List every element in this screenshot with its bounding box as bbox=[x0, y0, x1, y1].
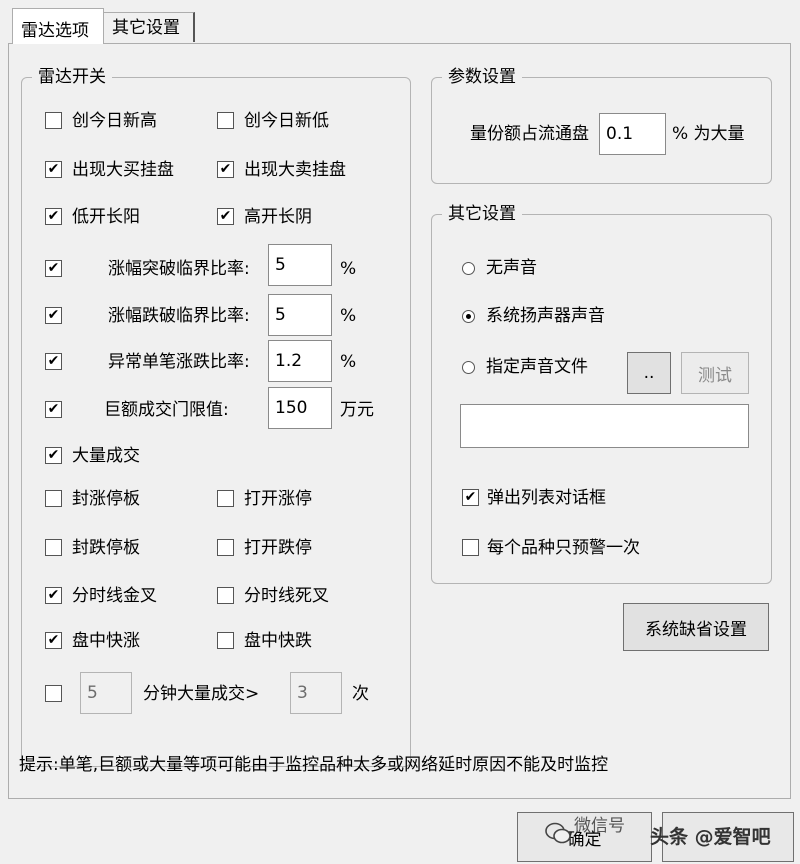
tab-other-settings[interactable]: 其它设置 bbox=[103, 12, 195, 42]
label-fast-fall: 盘中快跌 bbox=[244, 631, 312, 651]
label-golden-cross: 分时线金叉 bbox=[72, 586, 157, 606]
label-seal-limit-up: 封涨停板 bbox=[72, 489, 140, 509]
label-large-volume: 大量成交 bbox=[72, 446, 140, 466]
checkbox-new-high[interactable] bbox=[45, 112, 62, 129]
checkbox-fast-fall[interactable] bbox=[217, 632, 234, 649]
other-settings-group: 其它设置 无声音 系统扬声器声音 指定声音文件 .. 测试 ✔ 弹出列表对话框 … bbox=[431, 203, 772, 584]
radio-system-speaker[interactable] bbox=[462, 310, 475, 323]
sound-file-path-input[interactable] bbox=[460, 404, 749, 448]
checkbox-open-limit-up[interactable] bbox=[217, 490, 234, 507]
label-popup-list: 弹出列表对话框 bbox=[487, 488, 606, 508]
label-open-limit-down: 打开跌停 bbox=[244, 538, 312, 558]
label-big-sell: 出现大卖挂盘 bbox=[244, 160, 346, 180]
label-rise-break: 涨幅突破临界比率: bbox=[108, 259, 250, 279]
radio-sound-file[interactable] bbox=[462, 361, 475, 374]
group-title: 参数设置 bbox=[442, 66, 522, 88]
label-death-cross: 分时线死叉 bbox=[244, 586, 329, 606]
browse-button[interactable]: .. bbox=[627, 352, 671, 394]
unit-wan-yuan: 万元 bbox=[340, 400, 374, 420]
label-open-limit-up: 打开涨停 bbox=[244, 489, 312, 509]
tab-label: 雷达选项 bbox=[21, 21, 89, 41]
checkbox-high-open-long-yin[interactable]: ✔ bbox=[217, 208, 234, 225]
label-volume-share: 量份额占流通盘 bbox=[470, 124, 589, 144]
checkbox-open-limit-down[interactable] bbox=[217, 539, 234, 556]
rise-break-ratio-input[interactable] bbox=[268, 244, 332, 286]
label-low-open-long-yang: 低开长阳 bbox=[72, 207, 140, 227]
label-big-buy: 出现大买挂盘 bbox=[72, 160, 174, 180]
label-sound-file: 指定声音文件 bbox=[486, 357, 588, 377]
radar-switch-group: 雷达开关 创今日新高 创今日新低 ✔ 出现大买挂盘 ✔ 出现大卖挂盘 ✔ 低开长… bbox=[21, 66, 411, 767]
watermark-text: 头条 @爱智吧 bbox=[650, 826, 771, 848]
minute-count-input[interactable] bbox=[80, 672, 132, 714]
unit-percent: % bbox=[340, 259, 357, 279]
times-count-input[interactable] bbox=[290, 672, 342, 714]
unit-percent: % bbox=[340, 306, 357, 326]
checkbox-death-cross[interactable] bbox=[217, 587, 234, 604]
checkbox-low-open-long-yang[interactable]: ✔ bbox=[45, 208, 62, 225]
fall-break-ratio-input[interactable] bbox=[268, 294, 332, 336]
group-title: 其它设置 bbox=[442, 203, 522, 225]
system-default-button[interactable]: 系统缺省设置 bbox=[623, 603, 769, 651]
hint-text: 提示:单笔,巨额或大量等项可能由于监控品种太多或网络延时原因不能及时监控 bbox=[19, 755, 609, 775]
unit-percent: % bbox=[340, 352, 357, 372]
checkbox-minute-volume[interactable] bbox=[45, 685, 62, 702]
watermark-text: 微信号 bbox=[574, 816, 625, 836]
label-system-speaker: 系统扬声器声音 bbox=[486, 306, 605, 326]
params-group: 参数设置 量份额占流通盘 % 为大量 bbox=[431, 66, 772, 184]
checkbox-golden-cross[interactable]: ✔ bbox=[45, 587, 62, 604]
label-seal-limit-down: 封跌停板 bbox=[72, 538, 140, 558]
label-new-low: 创今日新低 bbox=[244, 111, 329, 131]
label-no-sound: 无声音 bbox=[486, 258, 537, 278]
checkbox-new-low[interactable] bbox=[217, 112, 234, 129]
label-minute-volume: 分钟大量成交> bbox=[143, 684, 260, 704]
label-huge-volume: 巨额成交门限值: bbox=[104, 400, 229, 420]
unit-times: 次 bbox=[352, 684, 369, 704]
checkbox-abnormal-single[interactable]: ✔ bbox=[45, 353, 62, 370]
wechat-icon bbox=[545, 822, 571, 844]
checkbox-seal-limit-up[interactable] bbox=[45, 490, 62, 507]
label-new-high: 创今日新高 bbox=[72, 111, 157, 131]
tab-label: 其它设置 bbox=[112, 18, 180, 38]
label-high-open-long-yin: 高开长阴 bbox=[244, 207, 312, 227]
radio-no-sound[interactable] bbox=[462, 262, 475, 275]
label-fast-rise: 盘中快涨 bbox=[72, 631, 140, 651]
checkbox-rise-break[interactable]: ✔ bbox=[45, 260, 62, 277]
label-abnormal-single: 异常单笔涨跌比率: bbox=[108, 352, 250, 372]
checkbox-warn-once[interactable] bbox=[462, 539, 479, 556]
checkbox-fall-break[interactable]: ✔ bbox=[45, 307, 62, 324]
checkbox-fast-rise[interactable]: ✔ bbox=[45, 632, 62, 649]
label-fall-break: 涨幅跌破临界比率: bbox=[108, 306, 250, 326]
unit-large-volume: % 为大量 bbox=[672, 124, 745, 144]
huge-volume-threshold-input[interactable] bbox=[268, 387, 332, 429]
checkbox-huge-volume[interactable]: ✔ bbox=[45, 401, 62, 418]
checkbox-big-buy[interactable]: ✔ bbox=[45, 161, 62, 178]
test-sound-button[interactable]: 测试 bbox=[681, 352, 749, 394]
abnormal-single-ratio-input[interactable] bbox=[268, 340, 332, 382]
checkbox-seal-limit-down[interactable] bbox=[45, 539, 62, 556]
volume-share-input[interactable] bbox=[599, 113, 666, 155]
checkbox-big-sell[interactable]: ✔ bbox=[217, 161, 234, 178]
tab-radar-options[interactable]: 雷达选项 bbox=[12, 8, 104, 44]
group-title: 雷达开关 bbox=[32, 66, 112, 88]
checkbox-large-volume[interactable]: ✔ bbox=[45, 447, 62, 464]
label-warn-once: 每个品种只预警一次 bbox=[487, 538, 640, 558]
checkbox-popup-list[interactable]: ✔ bbox=[462, 489, 479, 506]
tab-panel: 雷达开关 创今日新高 创今日新低 ✔ 出现大买挂盘 ✔ 出现大卖挂盘 ✔ 低开长… bbox=[8, 43, 791, 799]
